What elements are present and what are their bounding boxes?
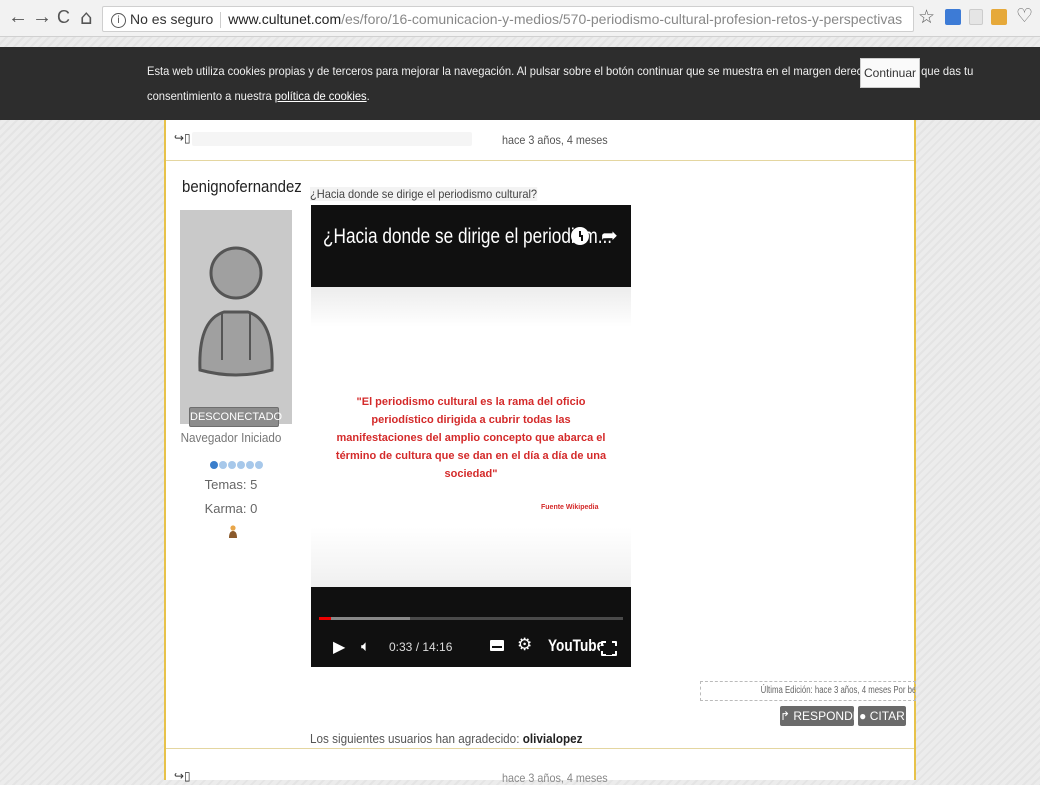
extension-icon[interactable] <box>991 9 1007 25</box>
video-quote-source: Fuente Wikipedia <box>541 504 599 511</box>
gear-icon[interactable]: ⚙ <box>517 635 532 655</box>
status-badge: DESCONECTADO <box>189 407 282 427</box>
video-quote-text: "El periodismo cultural es la rama del o… <box>335 396 607 480</box>
quote-button[interactable]: ● CITAR <box>858 706 906 726</box>
home-icon[interactable]: ⌂ <box>80 7 93 27</box>
rank-dot-icon <box>228 461 236 469</box>
next-post-header: ↪▯ hace 3 años, 4 meses <box>166 748 914 785</box>
last-edit-text: Última Edición: hace 3 años, 4 meses Por… <box>760 685 916 696</box>
permalink-icon[interactable]: ↪▯ <box>174 131 191 145</box>
youtube-video-player[interactable]: ¿Hacia donde se dirige el periodism... ➦… <box>311 205 631 667</box>
cookie-message: Esta web utiliza cookies propias y de te… <box>147 59 973 109</box>
security-label: No es seguro <box>130 11 214 27</box>
cookie-text-line2: consentimiento a nuestra <box>147 89 275 103</box>
fullscreen-icon[interactable] <box>600 640 618 656</box>
cookie-policy-link[interactable]: política de cookies <box>275 89 367 103</box>
cookie-banner: Esta web utiliza cookies propias y de te… <box>0 47 1040 120</box>
thanks-line: Los siguientes usuarios han agradecido: … <box>310 731 583 746</box>
video-title[interactable]: ¿Hacia donde se dirige el periodism... <box>323 225 612 249</box>
play-icon[interactable]: ▶ <box>333 637 345 656</box>
video-title-bar: ¿Hacia donde se dirige el periodism... ➦ <box>311 205 631 287</box>
user-rank: Navegador Iniciado <box>180 430 282 445</box>
forum-post: ↪▯ hace 3 años, 4 meses benignofernandez… <box>164 120 916 785</box>
video-progress-bar[interactable] <box>319 617 623 620</box>
reload-icon[interactable]: C <box>57 7 70 27</box>
last-edit-note: Última Edición: hace 3 años, 4 meses Por… <box>700 681 916 701</box>
extension-icon[interactable] <box>969 9 983 25</box>
forward-arrow-icon[interactable]: → <box>32 7 52 27</box>
rank-dot-icon <box>210 461 218 469</box>
bookmark-star-icon[interactable]: ☆ <box>918 6 935 28</box>
reply-button[interactable]: ↱ RESPONDER <box>780 706 869 726</box>
youtube-logo[interactable]: YouTube <box>548 636 604 656</box>
thanks-label: Los siguientes usuarios han agradecido: <box>310 731 523 746</box>
subtitles-icon[interactable] <box>490 640 504 651</box>
video-buffer-bar <box>319 617 411 620</box>
default-avatar-icon <box>198 246 274 377</box>
address-bar[interactable]: i No es seguro www.cultunet.com/es/foro/16… <box>102 6 914 32</box>
volume-icon[interactable]: 🔈︎ <box>361 637 370 655</box>
cookie-text-end: . <box>366 89 370 103</box>
next-post-timestamp: hace 3 años, 4 meses <box>502 771 608 785</box>
rank-dot-icon <box>255 461 263 469</box>
topics-count: Temas: 5 <box>204 477 258 492</box>
author-username[interactable]: benignofernandez <box>182 177 302 197</box>
avatar[interactable] <box>180 210 292 424</box>
watch-later-icon[interactable] <box>571 227 589 245</box>
rank-dot-icon <box>246 461 254 469</box>
gender-icon <box>229 525 237 538</box>
permalink-icon[interactable]: ↪▯ <box>174 769 191 783</box>
cookie-text-line1: Esta web utiliza cookies propias y de te… <box>147 64 974 78</box>
url-divider <box>220 12 222 29</box>
rank-dot-icon <box>237 461 245 469</box>
post-title-placeholder <box>192 132 472 146</box>
rank-dot-icon <box>219 461 227 469</box>
video-controls: ▶ 🔈︎ 0:33 / 14:16 ⚙ YouTube <box>311 587 631 667</box>
post-subject: ¿Hacia donde se dirige el periodismo cul… <box>310 187 538 201</box>
extension-icon[interactable] <box>945 9 961 25</box>
browser-toolbar: ← → C ⌂ i No es seguro www.cultunet.com/es… <box>0 0 1040 37</box>
url-host: www.cultunet.com <box>228 11 342 27</box>
heart-icon[interactable]: ♡ <box>1016 5 1033 27</box>
url-path: /es/foro/16-comunicacion-y-medios/570-pe… <box>341 11 903 27</box>
post-header: ↪▯ hace 3 años, 4 meses <box>166 120 914 161</box>
info-icon[interactable]: i <box>111 12 126 28</box>
share-icon[interactable]: ➦ <box>601 223 618 247</box>
video-time: 0:33 / 14:16 <box>389 640 453 654</box>
continue-button[interactable]: Continuar <box>860 58 920 88</box>
thanks-user-link[interactable]: olivialopez <box>523 731 583 746</box>
back-arrow-icon[interactable]: ← <box>8 7 28 27</box>
post-timestamp: hace 3 años, 4 meses <box>502 133 608 147</box>
rank-dots <box>210 456 264 474</box>
video-played-bar <box>319 617 331 620</box>
karma-count: Karma: 0 <box>204 501 258 516</box>
